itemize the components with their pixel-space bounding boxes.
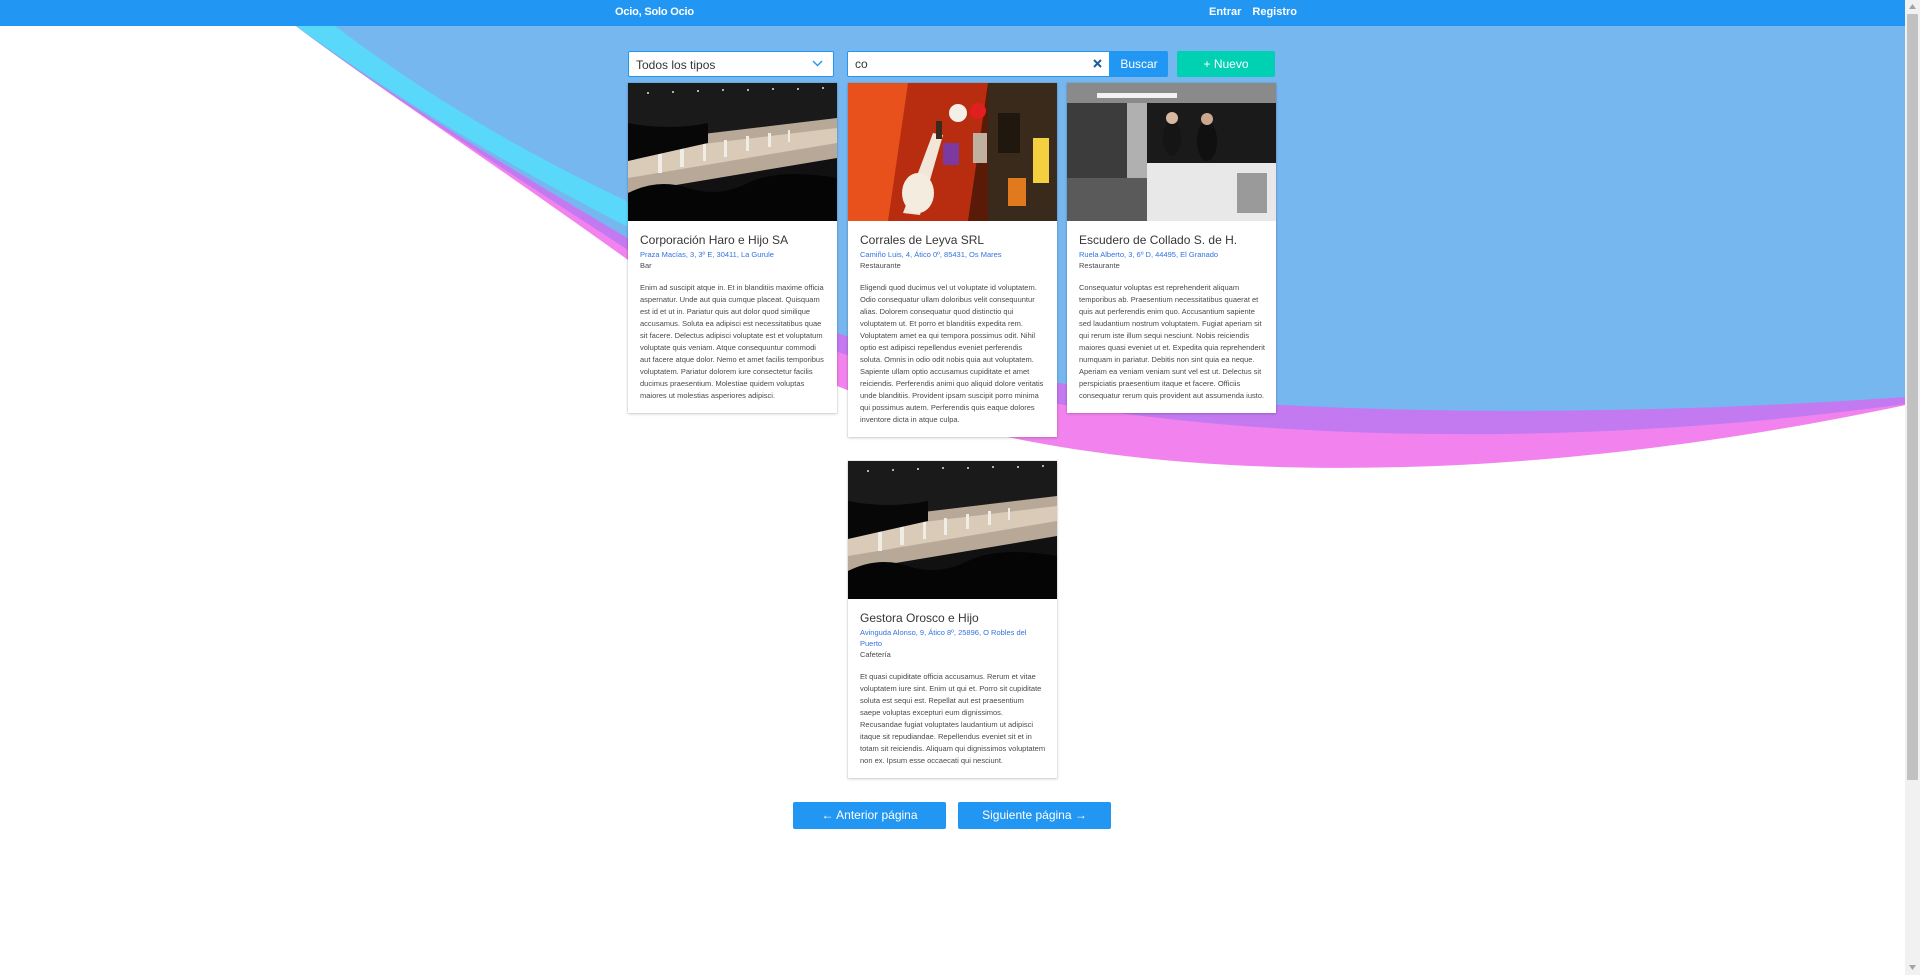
card-description: Consequatur voluptas est reprehenderit a…: [1079, 283, 1265, 400]
type-filter-value: Todos los tipos: [636, 58, 716, 72]
card-body: Escudero de Collado S. de H. Ruela Alber…: [1067, 221, 1276, 413]
card-address[interactable]: Ruela Alberto, 3, 6º D, 44495, El Granad…: [1079, 249, 1265, 260]
scrollbar-thumb[interactable]: [1907, 14, 1918, 780]
card-body: Corporación Haro e Hijo SA Praza Macías,…: [628, 221, 837, 413]
card-type: Bar: [640, 261, 652, 270]
card-body: Gestora Orosco e Hijo Avinguda Alonso, 9…: [848, 599, 1057, 778]
previous-page-button[interactable]: ← Anterior página: [793, 802, 946, 829]
card-type: Restaurante: [1079, 261, 1120, 270]
place-card[interactable]: Gestora Orosco e Hijo Avinguda Alonso, 9…: [848, 461, 1057, 778]
card-title: Escudero de Collado S. de H.: [1079, 233, 1238, 247]
cafe-counter-photo: [1067, 83, 1276, 221]
place-card[interactable]: Corrales de Leyva SRL Camiño Luis, 4, Át…: [848, 83, 1057, 437]
fashion-runway-photo: [628, 83, 837, 221]
card-address[interactable]: Praza Macías, 3, 3º E, 30411, La Gurule: [640, 249, 826, 260]
card-body: Corrales de Leyva SRL Camiño Luis, 4, Át…: [848, 221, 1057, 437]
login-link[interactable]: Entrar: [1209, 6, 1241, 18]
search-input[interactable]: [848, 52, 1083, 76]
brand-logo[interactable]: Ocio, Solo Ocio: [615, 6, 694, 18]
place-card[interactable]: Escudero de Collado S. de H. Ruela Alber…: [1067, 83, 1276, 413]
card-description: Eligendi quod ducimus vel ut voluptate i…: [860, 283, 1044, 424]
scroll-down-arrow-icon[interactable]: [1909, 965, 1916, 970]
card-title: Corporación Haro e Hijo SA: [640, 233, 789, 247]
search-field: [847, 51, 1110, 77]
card-description: Et quasi cupiditate officia accusamus. R…: [860, 672, 1046, 765]
new-place-button[interactable]: + Nuevo: [1177, 51, 1275, 77]
scroll-up-arrow-icon[interactable]: [1909, 4, 1916, 9]
card-description: Enim ad suscipit atque in. Et in blandit…: [640, 283, 824, 400]
fashion-runway-photo: [848, 461, 1057, 599]
search-button[interactable]: Buscar: [1110, 51, 1168, 77]
nav-links: Entrar Registro: [1209, 6, 1297, 18]
vertical-scrollbar[interactable]: [1905, 0, 1920, 975]
card-title: Corrales de Leyva SRL: [860, 233, 985, 247]
next-page-button[interactable]: Siguiente página →: [958, 802, 1111, 829]
chevron-down-icon: [812, 60, 823, 67]
clear-icon[interactable]: [1092, 58, 1103, 69]
card-address[interactable]: Camiño Luis, 4, Ático 0º, 85431, Os Mare…: [860, 249, 1046, 260]
bar-guitar-wall-photo: [848, 83, 1057, 221]
card-type: Restaurante: [860, 261, 901, 270]
card-title: Gestora Orosco e Hijo: [860, 611, 979, 625]
type-filter-select[interactable]: Todos los tipos: [628, 51, 834, 77]
place-card[interactable]: Corporación Haro e Hijo SA Praza Macías,…: [628, 83, 837, 413]
card-address[interactable]: Avinguda Alonso, 9, Ático 8º, 25896, O R…: [860, 627, 1046, 649]
card-type: Cafetería: [860, 650, 891, 659]
register-link[interactable]: Registro: [1252, 6, 1297, 18]
top-navbar: Ocio, Solo Ocio Entrar Registro: [0, 0, 1920, 26]
